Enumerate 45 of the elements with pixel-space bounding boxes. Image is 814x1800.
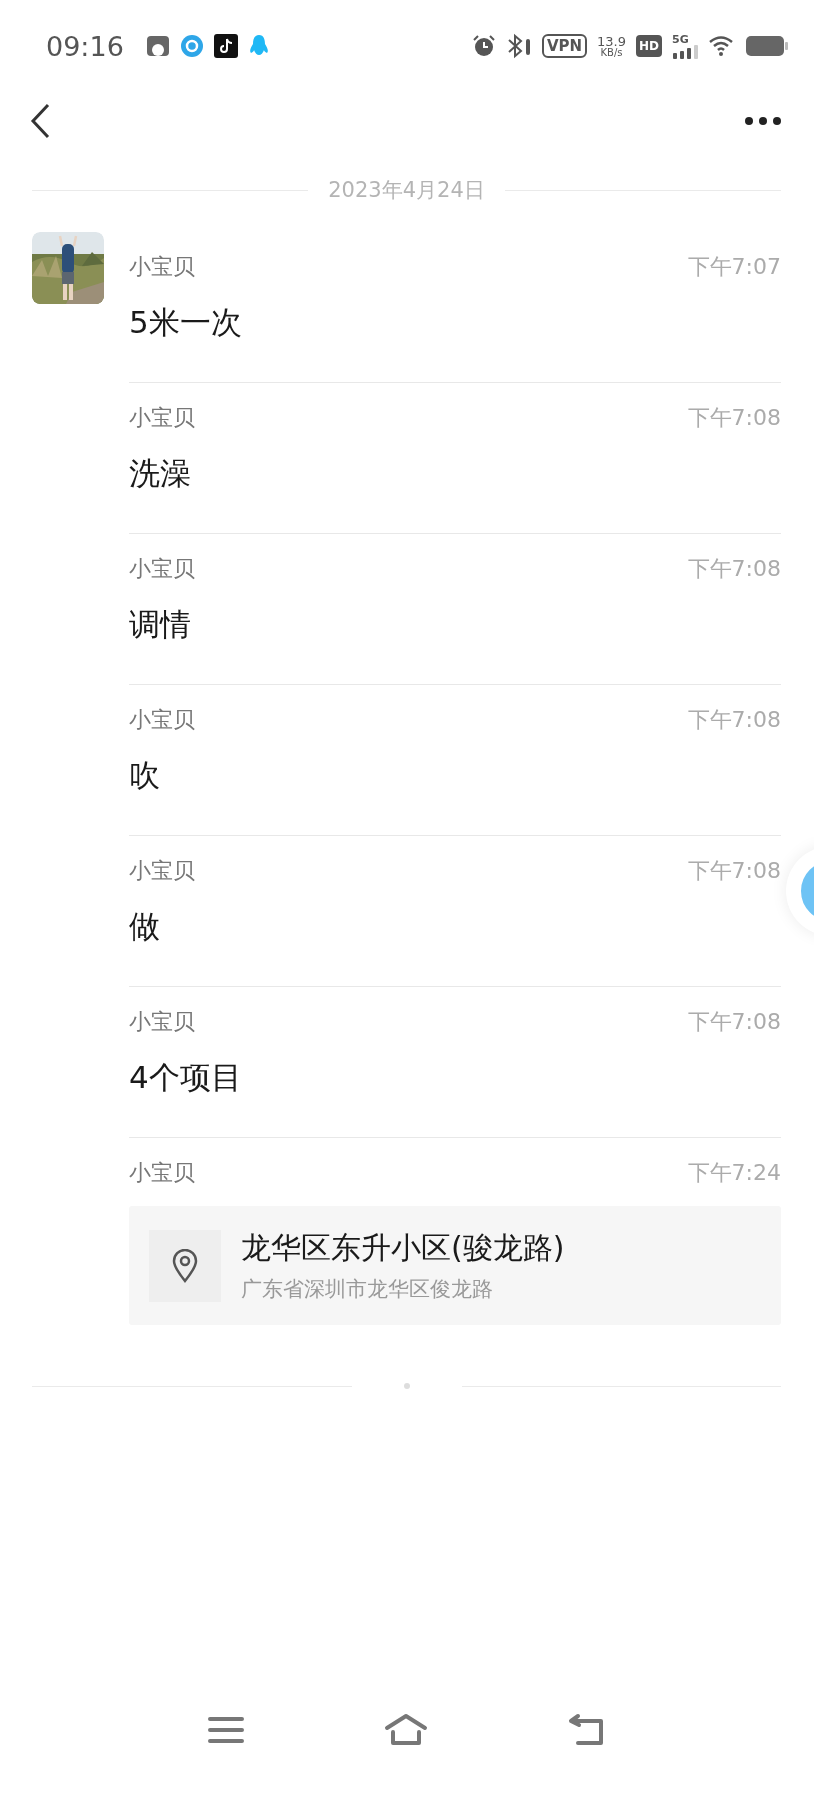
back-icon[interactable]	[30, 103, 52, 139]
hd-badge: HD	[636, 35, 662, 57]
penguin-icon	[247, 34, 270, 58]
return-icon[interactable]	[568, 1713, 606, 1747]
sender-name: 小宝贝	[129, 253, 195, 281]
app-notification-icon	[179, 34, 204, 58]
sender-name: 小宝贝	[129, 857, 195, 885]
message-time: 下午7:07	[687, 253, 781, 281]
sender-name: 小宝贝	[129, 706, 195, 734]
message-text: 调情	[129, 605, 192, 644]
sender-name: 小宝贝	[129, 404, 195, 432]
vpn-badge: VPN	[541, 34, 588, 58]
message-time: 下午7:08	[687, 857, 781, 885]
location-address: 广东省深圳市龙华区俊龙路	[241, 1276, 494, 1303]
end-dot-icon	[403, 1383, 410, 1389]
network-type: 5G	[672, 33, 689, 45]
message-text: 4个项目	[129, 1058, 243, 1097]
message-text: 洗澡	[129, 454, 192, 493]
more-icon[interactable]	[744, 116, 782, 126]
avatar[interactable]	[32, 232, 104, 304]
date-divider: 2023年4月24日	[328, 177, 485, 204]
alarm-icon	[471, 34, 496, 58]
home-icon[interactable]	[384, 1713, 428, 1747]
sender-name: 小宝贝	[129, 555, 195, 583]
message-text: 做	[129, 907, 161, 946]
battery-icon	[746, 35, 788, 57]
app-notification-icon	[213, 34, 238, 58]
app-notification-icon	[145, 34, 170, 58]
message-time: 下午7:08	[687, 706, 781, 734]
location-name: 龙华区东升小区(骏龙路)	[241, 1229, 565, 1267]
message-time: 下午7:24	[687, 1159, 781, 1187]
message-time: 下午7:08	[687, 1008, 781, 1036]
sender-name: 小宝贝	[129, 1008, 195, 1036]
menu-icon[interactable]	[208, 1715, 244, 1745]
sender-name: 小宝贝	[129, 1159, 195, 1187]
status-time: 09:16	[46, 30, 124, 62]
message-text: 吹	[129, 756, 161, 795]
message-time: 下午7:08	[687, 404, 781, 432]
network-speed: 13.9	[597, 34, 626, 48]
message-time: 下午7:08	[687, 555, 781, 583]
location-pin-icon	[172, 1248, 198, 1283]
message-text: 5米一次	[129, 303, 243, 342]
network-speed-unit: KB/s	[600, 47, 623, 58]
location-card[interactable]: 龙华区东升小区(骏龙路) 广东省深圳市龙华区俊龙路	[129, 1206, 781, 1325]
signal-icon	[672, 44, 698, 59]
